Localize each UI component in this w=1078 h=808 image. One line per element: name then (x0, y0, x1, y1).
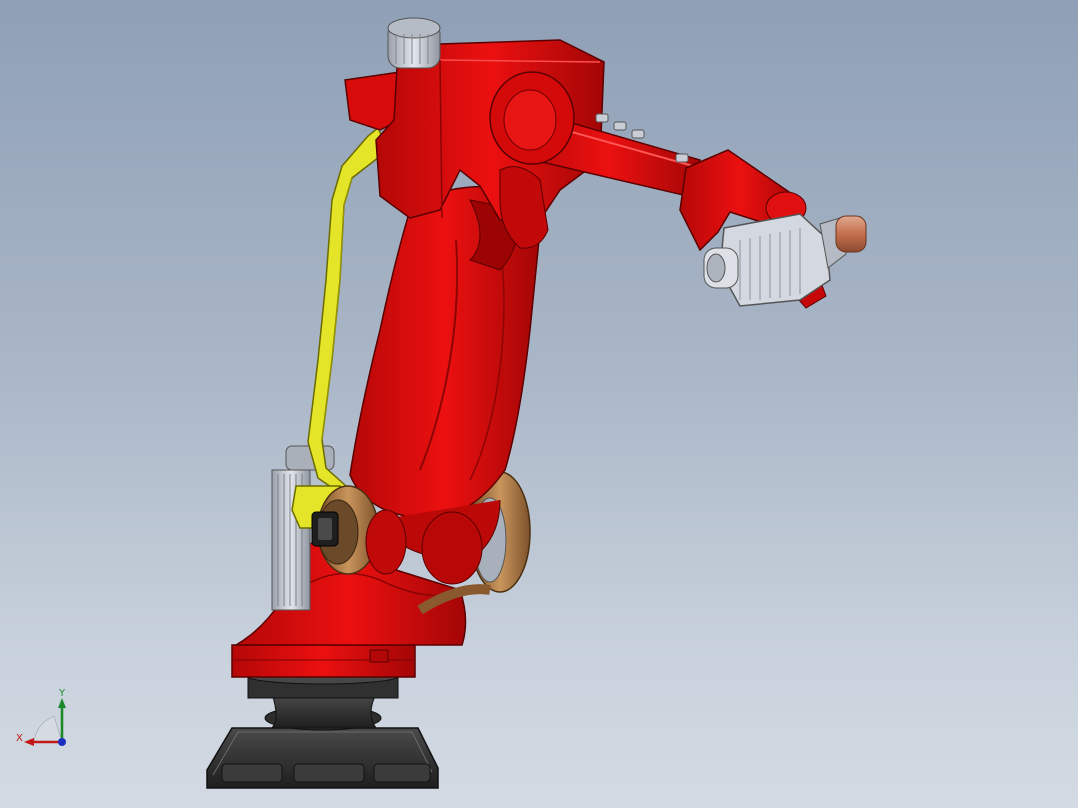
elbow-motor[interactable] (387, 17, 441, 69)
robot-arm-model[interactable] (0, 0, 1078, 808)
triad-x-label: X (16, 733, 23, 744)
welding-tip (835, 215, 867, 253)
robot-base[interactable] (206, 667, 439, 789)
z-axis-icon (58, 738, 66, 746)
triad-quadrant (33, 715, 63, 743)
end-effector[interactable] (703, 213, 867, 307)
triad-y-label: Y (59, 688, 66, 699)
graphics-viewport[interactable]: X Y (0, 0, 1078, 808)
orientation-triad[interactable] (10, 686, 80, 756)
